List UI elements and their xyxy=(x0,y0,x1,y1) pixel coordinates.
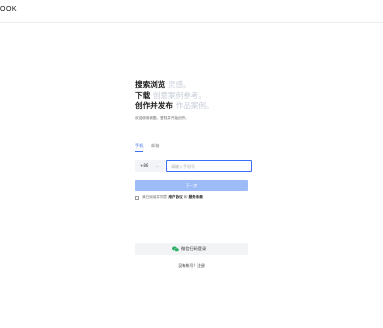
agreement-prefix: 我已阅读并同意 xyxy=(142,195,168,199)
phone-number-input[interactable] xyxy=(166,160,252,172)
agreement-row: 我已阅读并同意 用户协议 和 服务条款 xyxy=(135,195,248,201)
headline-light: 作品案例。 xyxy=(175,101,214,110)
chevron-down-icon: ⌄ xyxy=(155,163,159,168)
phone-row: +86 ⌄ xyxy=(135,160,252,172)
login-tabs: 手机 邮箱 xyxy=(135,143,248,153)
headline-line-2: 下载 创意案例参考。 xyxy=(135,91,250,102)
tab-email[interactable]: 邮箱 xyxy=(151,143,159,149)
headline-line-1: 搜索浏览 灵感。 xyxy=(135,80,250,91)
register-link[interactable]: 没有帐号？注册 xyxy=(135,263,248,269)
welcome-subtitle: 欢迎使用我酷，登陆并开始创作。 xyxy=(135,115,189,120)
terms-of-service-link[interactable]: 服务条款 xyxy=(189,195,203,199)
next-step-button[interactable]: 下一步 xyxy=(135,180,248,191)
brand-logo[interactable]: OOK xyxy=(0,6,17,13)
wechat-login-label: 微信扫码登录 xyxy=(181,246,207,252)
headline-light: 灵感。 xyxy=(168,80,191,89)
user-agreement-link[interactable]: 用户协议 xyxy=(168,195,182,199)
country-code-select[interactable]: +86 ⌄ xyxy=(135,160,165,172)
top-bar: OOK xyxy=(0,0,383,23)
headline-light: 创意案例参考。 xyxy=(152,90,206,100)
headline-strong: 下载 xyxy=(135,90,151,100)
hero-panel: 搜索浏览 灵感。 下载 创意案例参考。 创作并发布 作品案例。 欢迎使用我酷，登… xyxy=(135,80,250,121)
country-code-value: +86 xyxy=(140,163,149,168)
wechat-login-button[interactable]: 微信扫码登录 xyxy=(135,243,248,255)
tab-phone[interactable]: 手机 xyxy=(135,143,143,149)
headline-strong: 搜索浏览 xyxy=(135,80,166,89)
headline-line-3: 创作并发布 作品案例。 xyxy=(135,101,250,112)
headline-strong: 创作并发布 xyxy=(135,101,173,110)
agreement-text: 我已阅读并同意 用户协议 和 服务条款 xyxy=(142,195,203,200)
active-tab-indicator xyxy=(135,151,143,152)
wechat-icon xyxy=(172,246,179,252)
agreement-conjunction: 和 xyxy=(183,195,188,199)
agreement-checkbox[interactable] xyxy=(135,195,139,200)
